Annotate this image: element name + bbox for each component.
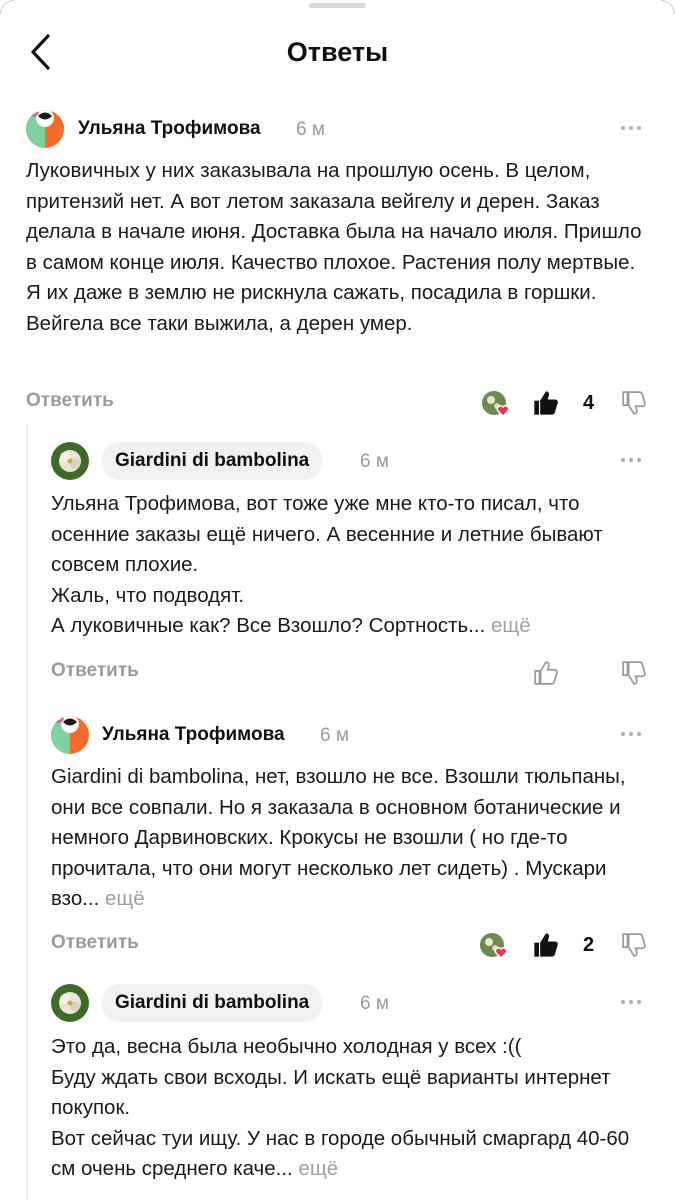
reply-button[interactable]: Ответить <box>26 390 114 412</box>
read-more-link[interactable]: ещё <box>491 614 531 637</box>
more-dots-icon <box>621 732 625 736</box>
sheet-drag-handle[interactable] <box>309 3 366 8</box>
more-options-button[interactable] <box>616 116 646 140</box>
reply-comment: Ульяна Трофимова 6 м Giardini di bamboli… <box>51 716 656 966</box>
like-button[interactable] <box>530 656 562 690</box>
reactor-avatar-icon <box>482 391 510 418</box>
comment-footer: Ответить <box>51 656 656 692</box>
more-dots-icon <box>621 458 625 462</box>
more-dots-icon <box>621 126 625 130</box>
user-avatar-icon <box>51 984 89 1022</box>
comment-header: Giardini di bambolina 6 м <box>51 442 656 482</box>
read-more-link[interactable]: ещё <box>105 887 145 910</box>
reactor-avatar[interactable] <box>481 389 511 419</box>
comment-time: 6 м <box>360 993 389 1014</box>
more-options-button[interactable] <box>616 722 646 746</box>
comment-text: Луковичных у них заказывала на прошлую о… <box>26 156 651 339</box>
avatar[interactable] <box>51 716 89 754</box>
thumbs-down-icon <box>622 661 646 685</box>
comment-header: Ульяна Трофимова 6 м <box>51 716 656 756</box>
comment-header: Ульяна Трофимова 6 м <box>26 110 656 150</box>
comment-time: 6 м <box>360 451 389 472</box>
comment-text: Ульяна Трофимова, вот тоже уже мне кто-т… <box>51 489 651 642</box>
author-name[interactable]: Giardini di bambolina <box>101 442 324 480</box>
comment-time: 6 м <box>296 119 325 140</box>
comment-text: Это да, весна была необычно холодная у в… <box>51 1032 651 1185</box>
author-name[interactable]: Giardini di bambolina <box>101 984 324 1022</box>
comment-body: Луковичных у них заказывала на прошлую о… <box>26 159 648 335</box>
comment-footer: Ответить 2 <box>51 928 656 964</box>
reply-button[interactable]: Ответить <box>51 660 139 682</box>
more-dots-icon <box>621 1000 625 1004</box>
thread-line <box>26 424 28 1200</box>
dislike-button[interactable] <box>618 928 650 962</box>
reactor-avatar[interactable] <box>479 931 509 961</box>
heart-icon <box>494 947 508 960</box>
comment-time: 6 м <box>320 725 349 746</box>
heart-icon <box>496 405 510 418</box>
reply-comment: Giardini di bambolina 6 м Ульяна Трофимо… <box>51 442 656 692</box>
like-button[interactable] <box>530 386 562 420</box>
dislike-button[interactable] <box>618 656 650 690</box>
avatar[interactable] <box>51 442 89 480</box>
reply-button[interactable]: Ответить <box>51 932 139 954</box>
user-avatar-icon <box>51 716 89 754</box>
like-count: 2 <box>583 934 595 956</box>
more-options-button[interactable] <box>616 990 646 1014</box>
read-more-link[interactable]: ещё <box>298 1157 338 1180</box>
page-title: Ответы <box>286 37 389 67</box>
more-options-button[interactable] <box>616 448 646 472</box>
thumbs-down-icon <box>622 391 646 415</box>
header: Ответы <box>0 24 675 84</box>
comment: Ульяна Трофимова 6 м Луковичных у них за… <box>26 110 656 420</box>
reply-comment: Giardini di bambolina 6 м Это да, весна … <box>51 984 656 1200</box>
dislike-button[interactable] <box>618 386 650 420</box>
sheet-corner-left <box>0 0 14 14</box>
user-avatar-icon <box>51 442 89 480</box>
reactor-avatar-icon <box>480 933 508 960</box>
comment-footer: Ответить 4 <box>26 386 656 422</box>
avatar[interactable] <box>26 110 64 148</box>
avatar[interactable] <box>51 984 89 1022</box>
like-count: 4 <box>583 392 595 414</box>
user-avatar-icon <box>26 110 64 148</box>
like-button[interactable] <box>530 928 562 962</box>
comment-header: Giardini di bambolina 6 м <box>51 984 656 1024</box>
sheet-corner-right <box>661 0 675 14</box>
author-name[interactable]: Ульяна Трофимова <box>78 118 261 140</box>
thumbs-up-icon <box>534 391 558 415</box>
author-name[interactable]: Ульяна Трофимова <box>102 724 285 746</box>
thumbs-down-icon <box>622 933 646 957</box>
thumbs-up-icon <box>534 933 558 957</box>
comment-text: Giardini di bambolina, нет, взошло не вс… <box>51 762 651 915</box>
thumbs-up-icon <box>534 661 558 685</box>
comment-body: Это да, весна была необычно холодная у в… <box>51 1035 630 1180</box>
